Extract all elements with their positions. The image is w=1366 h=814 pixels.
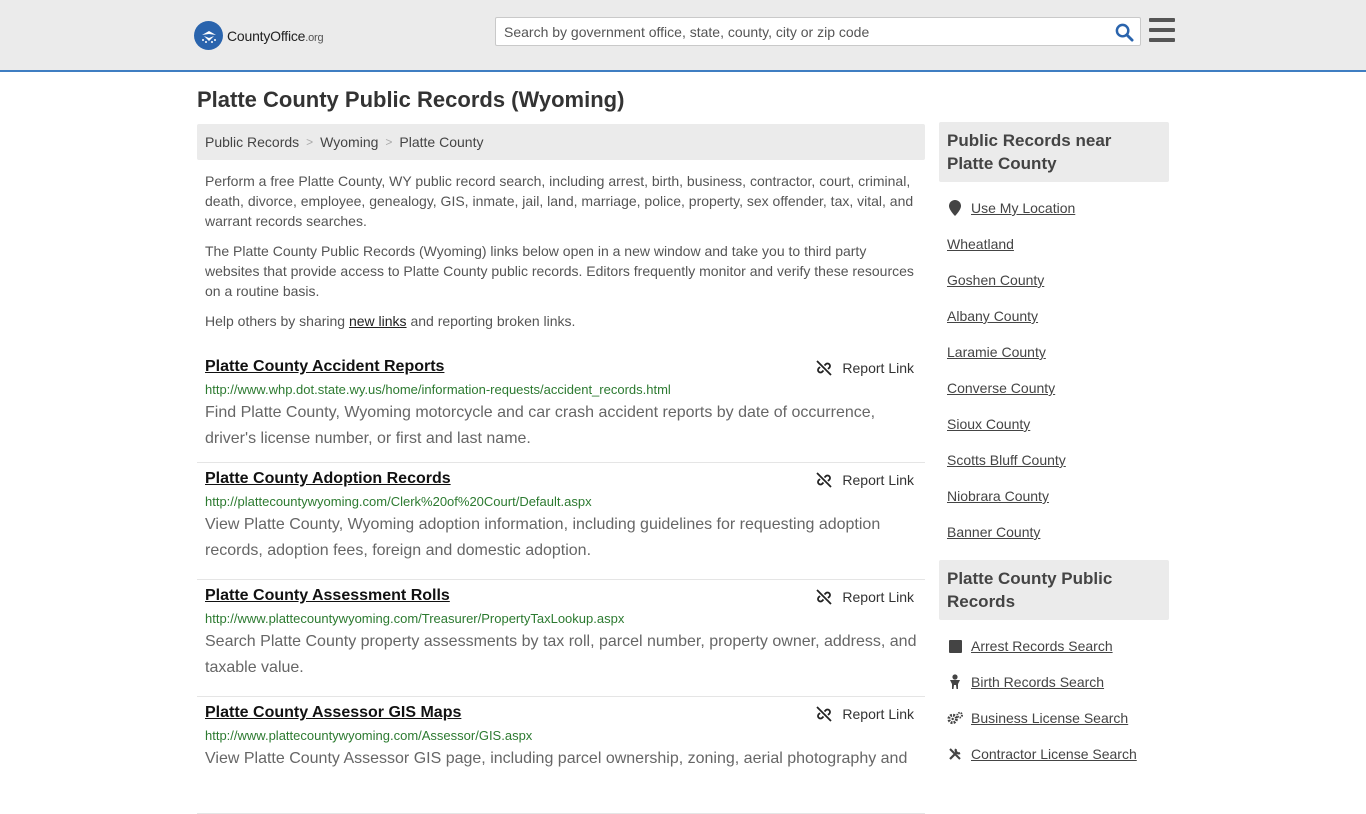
report-link-label: Report Link bbox=[842, 360, 914, 376]
report-link-button[interactable]: Report Link bbox=[816, 706, 914, 722]
nearby-item: Laramie County bbox=[947, 334, 1161, 370]
nearby-item: Converse County bbox=[947, 370, 1161, 406]
breadcrumb-separator: > bbox=[385, 135, 393, 149]
contractor-license-link[interactable]: Contractor License Search bbox=[971, 746, 1137, 762]
use-location-item: Use My Location bbox=[947, 190, 1161, 226]
main-content: Public Records > Wyoming > Platte County… bbox=[197, 124, 925, 814]
business-license-link[interactable]: Business License Search bbox=[971, 710, 1128, 726]
nearby-link-laramie-county[interactable]: Laramie County bbox=[947, 344, 1046, 360]
record-item: Platte County Assessor GIS Maps Report L… bbox=[197, 697, 925, 814]
logo-seal-icon bbox=[194, 21, 223, 50]
report-link-label: Report Link bbox=[842, 589, 914, 605]
record-item: Platte County Adoption Records Report Li… bbox=[197, 463, 925, 580]
record-title-link[interactable]: Platte County Assessor GIS Maps bbox=[205, 703, 461, 723]
nearby-item: Scotts Bluff County bbox=[947, 442, 1161, 478]
county-records-list: Arrest Records Search Birth Records Sear… bbox=[939, 620, 1169, 782]
record-description: View Platte County Assessor GIS page, in… bbox=[205, 750, 908, 767]
search-bar bbox=[495, 17, 1141, 46]
nearby-item: Goshen County bbox=[947, 262, 1161, 298]
site-header: CountyOffice.org bbox=[0, 0, 1366, 72]
search-icon bbox=[1115, 23, 1134, 42]
logo-text: CountyOffice.org bbox=[227, 27, 324, 44]
breadcrumb-separator: > bbox=[306, 135, 314, 149]
record-item: Platte County Accident Reports Report Li… bbox=[197, 351, 925, 463]
nearby-item: Niobrara County bbox=[947, 478, 1161, 514]
nearby-link-goshen-county[interactable]: Goshen County bbox=[947, 272, 1044, 288]
record-url: http://plattecountywyoming.com/Clerk%20o… bbox=[205, 494, 592, 509]
report-link-label: Report Link bbox=[842, 706, 914, 722]
broken-link-icon bbox=[816, 360, 833, 376]
page-title: Platte County Public Records (Wyoming) bbox=[197, 87, 625, 112]
county-records-heading: Platte County Public Records bbox=[939, 560, 1169, 620]
birth-records-link[interactable]: Birth Records Search bbox=[971, 674, 1104, 690]
record-list: Platte County Accident Reports Report Li… bbox=[197, 351, 925, 814]
intro-text: Perform a free Platte County, WY public … bbox=[197, 171, 925, 331]
record-url: http://www.whp.dot.state.wy.us/home/info… bbox=[205, 382, 671, 397]
nearby-item: Sioux County bbox=[947, 406, 1161, 442]
nearby-item: Wheatland bbox=[947, 226, 1161, 262]
report-link-button[interactable]: Report Link bbox=[816, 360, 914, 376]
report-link-button[interactable]: Report Link bbox=[816, 589, 914, 605]
use-my-location-link[interactable]: Use My Location bbox=[971, 200, 1075, 216]
map-pin-icon bbox=[947, 200, 963, 216]
record-url: http://www.plattecountywyoming.com/Asses… bbox=[205, 728, 533, 743]
nearby-link-banner-county[interactable]: Banner County bbox=[947, 524, 1040, 540]
nearby-item: Albany County bbox=[947, 298, 1161, 334]
breadcrumb-platte-county[interactable]: Platte County bbox=[399, 134, 483, 150]
record-title-link[interactable]: Platte County Adoption Records bbox=[205, 469, 451, 489]
record-description: View Platte County, Wyoming adoption inf… bbox=[205, 516, 881, 559]
hamburger-menu-icon[interactable] bbox=[1149, 18, 1175, 42]
county-record-item: Business License Search bbox=[947, 700, 1161, 736]
county-record-item: Contractor License Search bbox=[947, 736, 1161, 772]
nearby-list: Use My Location Wheatland Goshen County … bbox=[939, 182, 1169, 560]
breadcrumb-wyoming[interactable]: Wyoming bbox=[320, 134, 378, 150]
breadcrumb: Public Records > Wyoming > Platte County bbox=[197, 124, 925, 160]
record-item: Platte County Assessment Rolls Report Li… bbox=[197, 580, 925, 697]
nearby-heading: Public Records near Platte County bbox=[939, 122, 1169, 182]
intro-paragraph-2: The Platte County Public Records (Wyomin… bbox=[205, 243, 914, 299]
broken-link-icon bbox=[816, 472, 833, 488]
nearby-link-converse-county[interactable]: Converse County bbox=[947, 380, 1055, 396]
broken-link-icon bbox=[816, 706, 833, 722]
search-button[interactable] bbox=[1112, 20, 1136, 44]
arrest-records-link[interactable]: Arrest Records Search bbox=[971, 638, 1113, 654]
search-input[interactable] bbox=[496, 18, 1096, 45]
nearby-link-sioux-county[interactable]: Sioux County bbox=[947, 416, 1030, 432]
record-description: Find Platte County, Wyoming motorcycle a… bbox=[205, 404, 876, 447]
report-link-button[interactable]: Report Link bbox=[816, 472, 914, 488]
square-icon bbox=[947, 639, 963, 653]
record-title-link[interactable]: Platte County Accident Reports bbox=[205, 357, 444, 377]
nearby-link-albany-county[interactable]: Albany County bbox=[947, 308, 1038, 324]
site-logo[interactable]: CountyOffice.org bbox=[194, 21, 324, 50]
nearby-link-wheatland[interactable]: Wheatland bbox=[947, 236, 1014, 252]
nearby-link-niobrara-county[interactable]: Niobrara County bbox=[947, 488, 1049, 504]
report-link-label: Report Link bbox=[842, 472, 914, 488]
baby-icon bbox=[947, 674, 963, 690]
record-title-link[interactable]: Platte County Assessment Rolls bbox=[205, 586, 450, 606]
record-description: Search Platte County property assessment… bbox=[205, 633, 917, 676]
intro-paragraph-3: Help others by sharing new links and rep… bbox=[205, 313, 576, 329]
county-record-item: Birth Records Search bbox=[947, 664, 1161, 700]
sidebar: Public Records near Platte County Use My… bbox=[939, 122, 1169, 782]
breadcrumb-public-records[interactable]: Public Records bbox=[205, 134, 299, 150]
gears-icon bbox=[947, 711, 963, 725]
nearby-item: Banner County bbox=[947, 514, 1161, 550]
tools-icon bbox=[947, 747, 963, 761]
record-url: http://www.plattecountywyoming.com/Treas… bbox=[205, 611, 625, 626]
broken-link-icon bbox=[816, 589, 833, 605]
new-links-link[interactable]: new links bbox=[349, 313, 407, 329]
county-record-item: Arrest Records Search bbox=[947, 628, 1161, 664]
intro-paragraph-1: Perform a free Platte County, WY public … bbox=[205, 173, 914, 229]
nearby-link-scotts-bluff-county[interactable]: Scotts Bluff County bbox=[947, 452, 1066, 468]
